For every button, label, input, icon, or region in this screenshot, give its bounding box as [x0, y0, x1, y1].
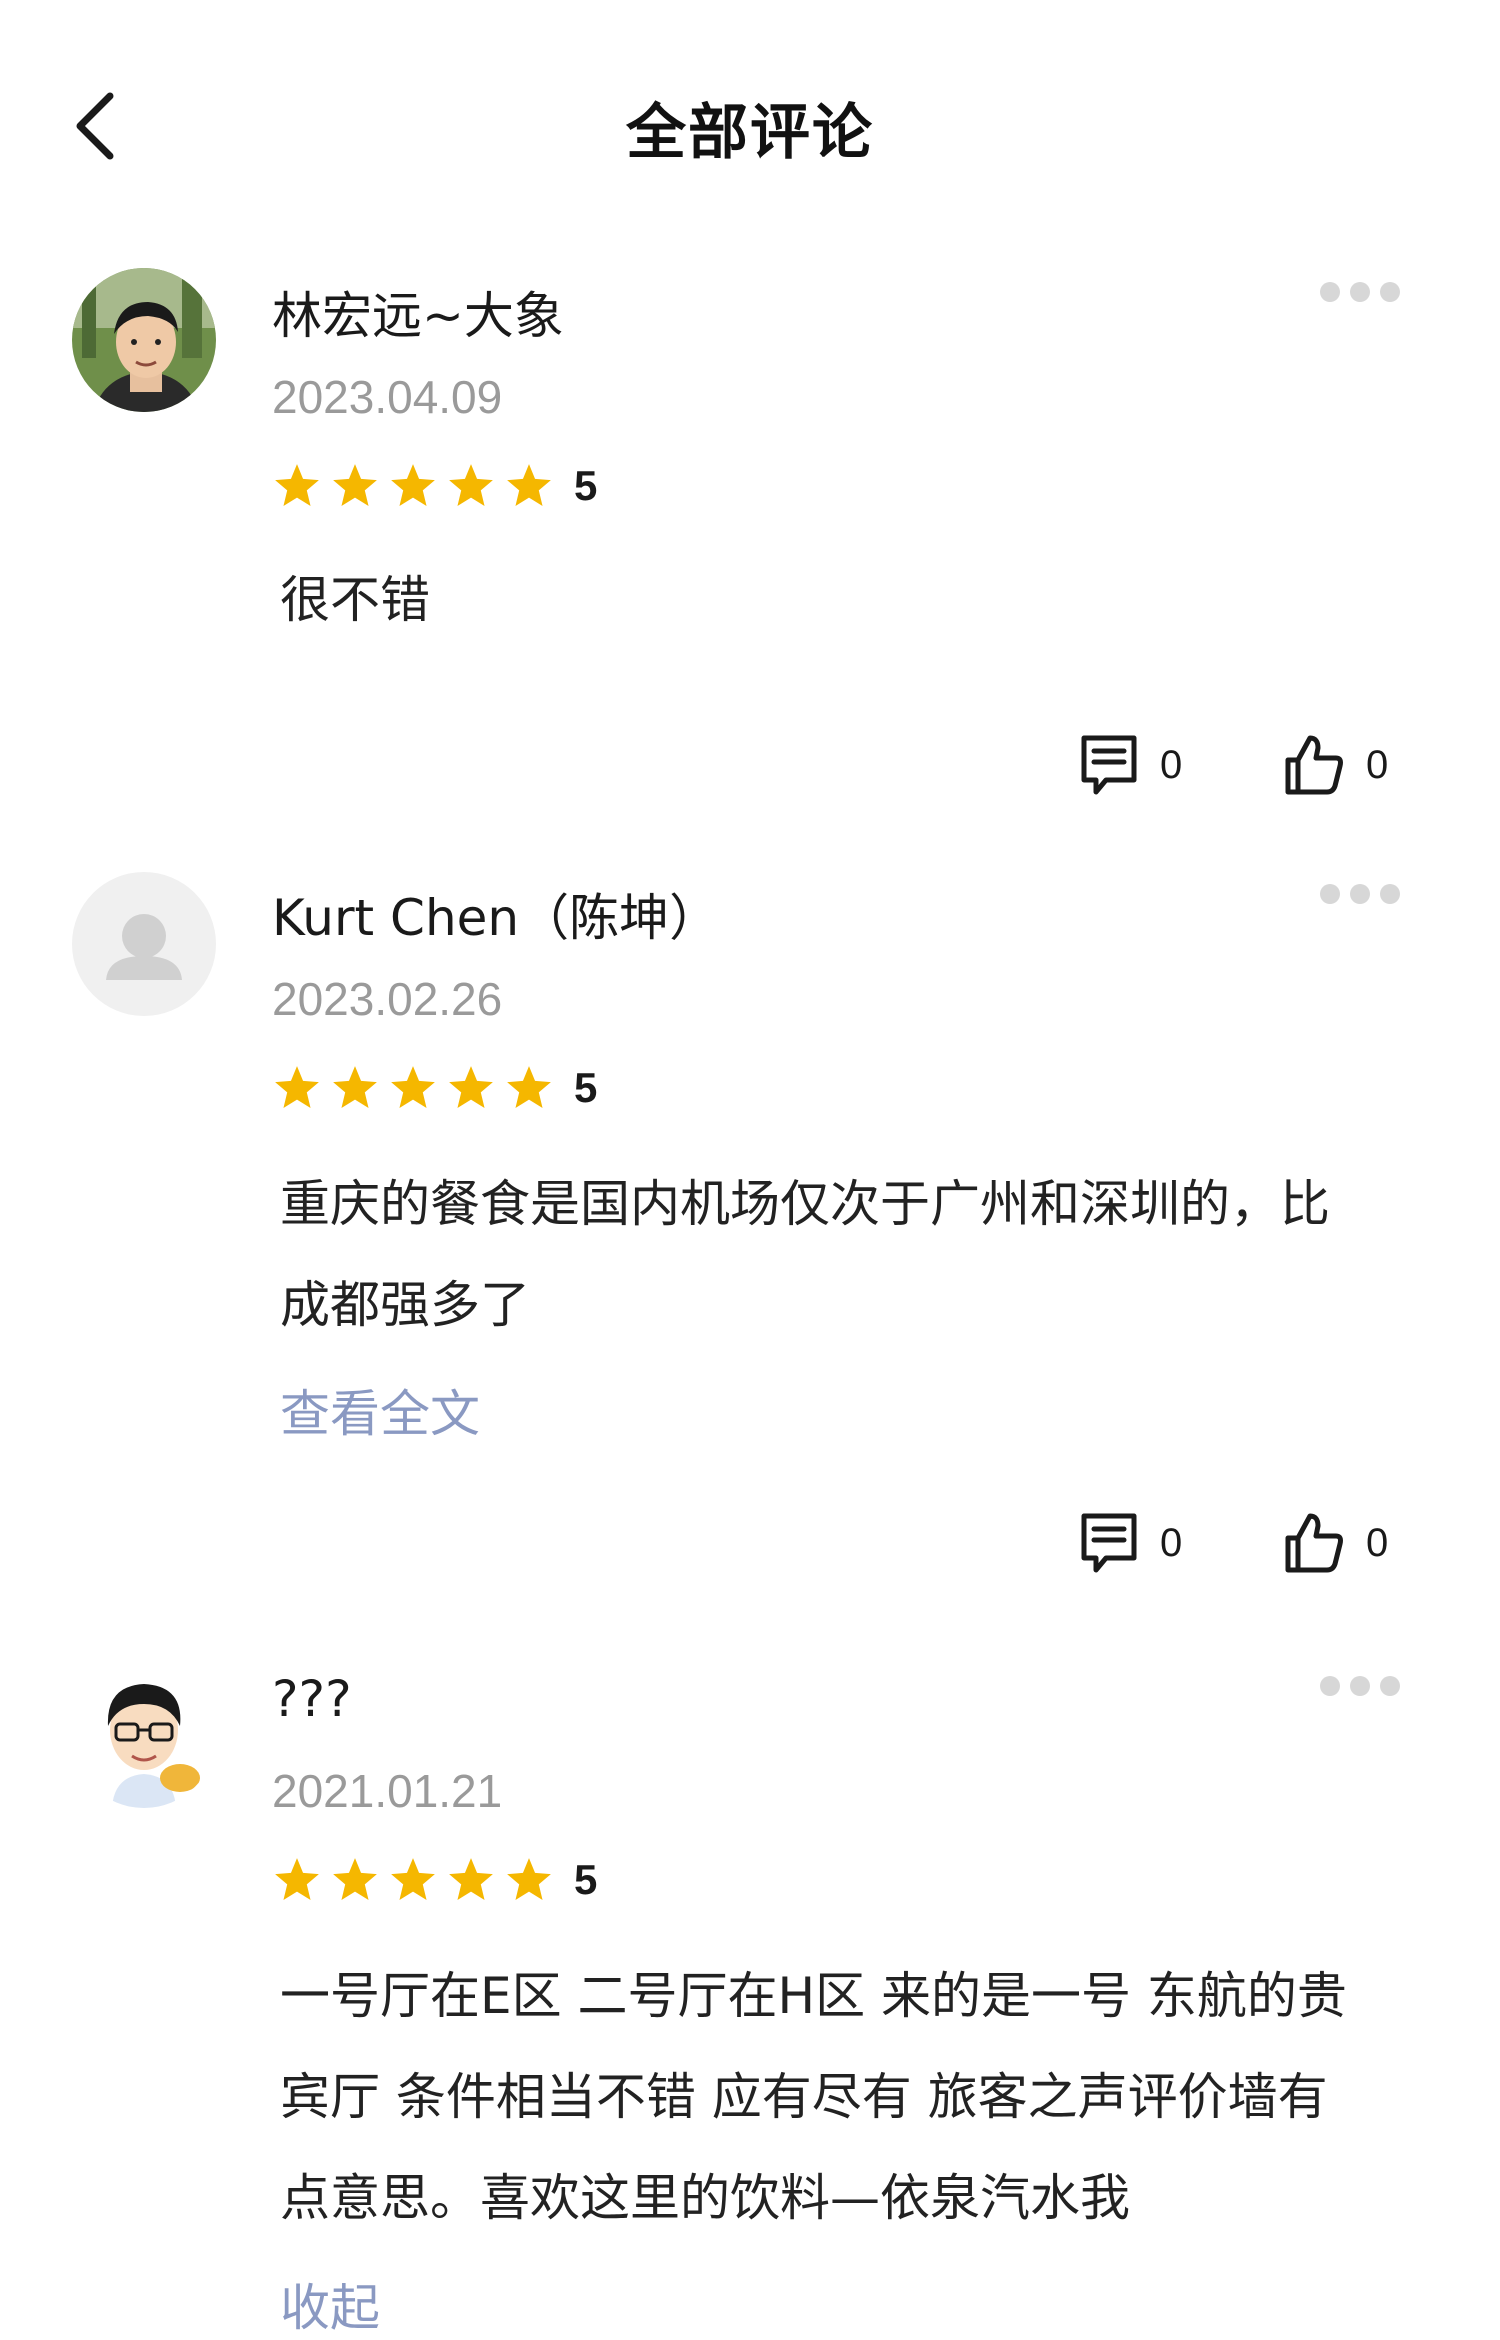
comment-line: 成都强多了 — [280, 1276, 530, 1334]
more-dot-icon — [1350, 1676, 1370, 1696]
expand-link[interactable]: 查看全文 — [280, 1374, 480, 1446]
avatar[interactable] — [72, 268, 216, 412]
rating-value: 5 — [574, 1856, 598, 1903]
comment-line: 重庆的餐食是国内机场仅次于广州和深圳的，比 — [280, 1175, 1330, 1233]
like-button[interactable]: 0 — [1282, 732, 1388, 798]
star-icon — [391, 1066, 435, 1108]
star-icon — [507, 464, 551, 506]
more-dot-icon — [1380, 884, 1400, 904]
reply-button[interactable]: 0 — [1076, 732, 1182, 798]
star-rating: 5 — [272, 1058, 597, 1118]
comment-line: 很不错 — [280, 571, 430, 629]
star-rating: 5 — [272, 1850, 597, 1910]
star-icon — [449, 1858, 493, 1900]
thumbs-up-icon — [1285, 1513, 1343, 1573]
star-icon — [333, 1066, 377, 1108]
comment-line: 点意思。喜欢这里的饮料—依泉汽水我 — [280, 2169, 1130, 2227]
avatar[interactable] — [72, 1664, 216, 1808]
reply-button[interactable]: 0 — [1076, 1510, 1182, 1576]
more-dot-icon — [1320, 884, 1340, 904]
collapse-link[interactable]: 收起 — [280, 2268, 380, 2340]
comment-date: 2023.02.26 — [272, 973, 503, 1025]
rating-value: 5 — [574, 462, 598, 509]
star-icon — [391, 1858, 435, 1900]
more-button[interactable] — [1320, 874, 1410, 914]
more-dot-icon — [1380, 1676, 1400, 1696]
star-icon — [507, 1066, 551, 1108]
author-name[interactable]: Kurt Chen（陈坤） — [272, 878, 719, 950]
like-count: 0 — [1366, 1520, 1389, 1565]
top-bar: 全部评论 — [0, 0, 1500, 250]
comment-text: 一号厅在E区 二号厅在H区 来的是一号 东航的贵 宾厅 条件相当不错 应有尽有 … — [280, 1946, 1410, 2249]
like-count: 0 — [1366, 742, 1389, 787]
star-icon — [449, 464, 493, 506]
comment-icon — [1081, 735, 1137, 795]
more-dot-icon — [1350, 884, 1370, 904]
star-icon — [333, 464, 377, 506]
more-dot-icon — [1380, 282, 1400, 302]
star-icon — [507, 1858, 551, 1900]
more-button[interactable] — [1320, 1666, 1410, 1706]
thumbs-up-icon — [1285, 735, 1343, 795]
star-icon — [275, 464, 319, 506]
author-name[interactable]: 林宏远~大象 — [272, 276, 564, 348]
star-rating: 5 — [272, 456, 597, 516]
like-button[interactable]: 0 — [1282, 1510, 1388, 1576]
more-dot-icon — [1320, 1676, 1340, 1696]
reply-count: 0 — [1160, 742, 1183, 787]
reply-count: 0 — [1160, 1520, 1183, 1565]
comment-date: 2023.04.09 — [272, 371, 503, 423]
page-title: 全部评论 — [626, 98, 874, 168]
comment-text: 很不错 — [280, 550, 1410, 651]
avatar[interactable] — [72, 872, 216, 1016]
more-button[interactable] — [1320, 272, 1410, 312]
author-name[interactable]: ??? — [272, 1670, 352, 1728]
star-icon — [275, 1858, 319, 1900]
star-icon — [333, 1858, 377, 1900]
more-dot-icon — [1320, 282, 1340, 302]
comment-text: 重庆的餐食是国内机场仅次于广州和深圳的，比 成都强多了 — [280, 1154, 1410, 1356]
comment-date: 2021.01.21 — [272, 1765, 503, 1817]
comment-line: 一号厅在E区 二号厅在H区 来的是一号 东航的贵 — [280, 1967, 1347, 2025]
star-icon — [391, 464, 435, 506]
rating-value: 5 — [574, 1064, 598, 1111]
more-dot-icon — [1350, 282, 1370, 302]
comment-icon — [1081, 1513, 1137, 1573]
star-icon — [449, 1066, 493, 1108]
star-icon — [275, 1066, 319, 1108]
comment-line: 宾厅 条件相当不错 应有尽有 旅客之声评价墙有 — [280, 2068, 1328, 2126]
